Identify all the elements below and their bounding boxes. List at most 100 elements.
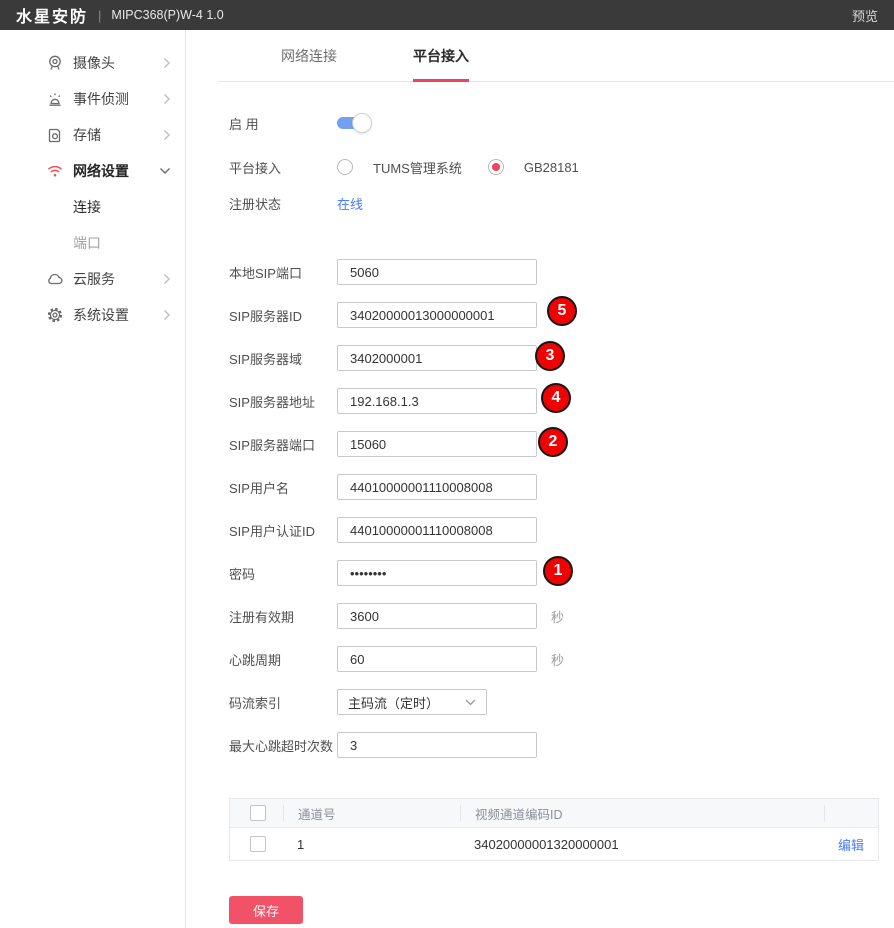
column-header-channel: 通道号 <box>283 805 460 821</box>
row-checkbox[interactable] <box>250 836 266 852</box>
field-label: 启 用 <box>229 114 337 133</box>
enable-toggle[interactable] <box>337 113 375 133</box>
wifi-icon <box>46 162 64 180</box>
sidebar-item-cloud-service[interactable]: 云服务 <box>0 261 185 297</box>
radio-label: TUMS管理系统 <box>373 158 462 177</box>
form-row-platform: 平台接入 TUMS管理系统 GB28181 <box>229 153 894 181</box>
sip-server-address-input[interactable] <box>337 388 537 414</box>
sip-server-domain-input[interactable] <box>337 345 537 371</box>
max-heartbeat-timeout-input[interactable] <box>337 732 537 758</box>
field-label: 注册有效期 <box>229 607 337 626</box>
sidebar-subitem-port[interactable]: 端口 <box>0 225 185 261</box>
tabbar: 网络连接 平台接入 <box>218 30 894 82</box>
form-row: SIP用户名 <box>229 473 894 501</box>
sip-server-id-input[interactable] <box>337 302 537 328</box>
chevron-right-icon <box>163 129 171 141</box>
form-row: SIP用户认证ID <box>229 516 894 544</box>
form-row: SIP服务器端口 2 <box>229 430 894 458</box>
edit-link[interactable]: 编辑 <box>838 838 864 853</box>
chevron-down-icon <box>465 699 476 706</box>
radio-circle <box>337 159 353 175</box>
field-label: SIP用户名 <box>229 478 337 497</box>
toggle-knob <box>352 113 372 133</box>
storage-icon <box>46 126 64 144</box>
form-row: SIP服务器地址 4 <box>229 387 894 415</box>
sidebar-item-event-detection[interactable]: 事件侦测 <box>0 81 185 117</box>
sidebar-item-label: 系统设置 <box>73 305 129 325</box>
form-row: 本地SIP端口 <box>229 258 894 286</box>
sidebar-item-storage[interactable]: 存储 <box>0 117 185 153</box>
sidebar-subitem-connection[interactable]: 连接 <box>0 189 185 225</box>
chevron-down-icon <box>159 167 171 175</box>
camera-icon <box>46 54 64 72</box>
platform-access-form: 启 用 平台接入 TUMS管理系统 GB28181 <box>187 82 894 759</box>
field-label: 密码 <box>229 564 337 583</box>
preview-link[interactable]: 预览 <box>852 6 878 25</box>
annotation-badge-1: 1 <box>543 556 573 586</box>
selected-option: 主码流（定时） <box>348 693 439 712</box>
field-label: 本地SIP端口 <box>229 263 337 282</box>
sidebar-item-label: 摄像头 <box>73 53 115 73</box>
chevron-right-icon <box>163 93 171 105</box>
alarm-icon <box>46 90 64 108</box>
heartbeat-period-input[interactable] <box>337 646 537 672</box>
radio-tums[interactable]: TUMS管理系统 <box>337 158 462 177</box>
save-button[interactable]: 保存 <box>229 896 303 924</box>
brand-logo: 水星安防 <box>16 3 88 27</box>
registration-status-value: 在线 <box>337 194 363 213</box>
password-input[interactable] <box>337 560 537 586</box>
radio-label: GB28181 <box>524 160 579 175</box>
sidebar-subitem-label: 连接 <box>73 197 101 217</box>
form-row: 密码 1 <box>229 559 894 587</box>
select-all-checkbox[interactable] <box>250 805 266 821</box>
platform-radio-group: TUMS管理系统 GB28181 <box>337 158 579 177</box>
annotation-badge-2: 2 <box>538 427 568 457</box>
form-row: SIP服务器域 3 <box>229 344 894 372</box>
column-header-actions <box>824 805 878 821</box>
register-validity-input[interactable] <box>337 603 537 629</box>
sidebar-item-label: 网络设置 <box>73 161 129 181</box>
chevron-right-icon <box>163 309 171 321</box>
chevron-right-icon <box>163 273 171 285</box>
table-header-row: 通道号 视频通道编码ID <box>230 799 878 827</box>
table-row: 1 34020000001320000001 编辑 <box>230 827 878 860</box>
chevron-right-icon <box>163 57 171 69</box>
radio-circle <box>488 159 504 175</box>
sidebar-item-camera[interactable]: 摄像头 <box>0 45 185 81</box>
sip-user-auth-id-input[interactable] <box>337 517 537 543</box>
field-label: SIP服务器端口 <box>229 435 337 454</box>
active-tab-underline <box>413 79 469 82</box>
field-label: 最大心跳超时次数 <box>229 736 337 755</box>
seconds-suffix: 秒 <box>551 607 564 626</box>
annotation-badge-3: 3 <box>535 341 565 371</box>
form-row: SIP服务器ID 5 <box>229 301 894 329</box>
annotation-badge-5: 5 <box>547 296 577 326</box>
field-label: 平台接入 <box>229 158 337 177</box>
column-header-video-id: 视频通道编码ID <box>460 805 824 821</box>
tab-network-connection[interactable]: 网络连接 <box>281 30 337 82</box>
form-row-enable: 启 用 <box>229 109 894 137</box>
tab-platform-access[interactable]: 平台接入 <box>413 30 469 82</box>
field-label: SIP用户认证ID <box>229 521 337 540</box>
sip-username-input[interactable] <box>337 474 537 500</box>
field-label: SIP服务器地址 <box>229 392 337 411</box>
device-model: MIPC368(P)W-4 1.0 <box>111 8 223 22</box>
form-row: 最大心跳超时次数 <box>229 731 894 759</box>
field-label: 注册状态 <box>229 194 337 213</box>
sidebar-item-network-settings[interactable]: 网络设置 <box>0 153 185 189</box>
channel-table: 通道号 视频通道编码ID 1 34020000001320000001 编辑 <box>229 798 879 861</box>
local-sip-port-input[interactable] <box>337 259 537 285</box>
radio-gb28181[interactable]: GB28181 <box>488 159 579 175</box>
form-row: 心跳周期 秒 <box>229 645 894 673</box>
logo-divider: | <box>98 8 101 23</box>
cloud-icon <box>46 270 64 288</box>
sidebar-item-system-settings[interactable]: 系统设置 <box>0 297 185 333</box>
channel-number-cell: 1 <box>283 837 460 852</box>
sip-server-port-input[interactable] <box>337 431 537 457</box>
field-label: SIP服务器ID <box>229 306 337 325</box>
stream-index-select[interactable]: 主码流（定时） <box>337 689 487 715</box>
video-channel-id-cell: 34020000001320000001 <box>460 837 824 852</box>
topbar: 水星安防 | MIPC368(P)W-4 1.0 预览 <box>0 0 894 30</box>
tab-label: 网络连接 <box>281 46 337 66</box>
sidebar-item-label: 云服务 <box>73 269 115 289</box>
